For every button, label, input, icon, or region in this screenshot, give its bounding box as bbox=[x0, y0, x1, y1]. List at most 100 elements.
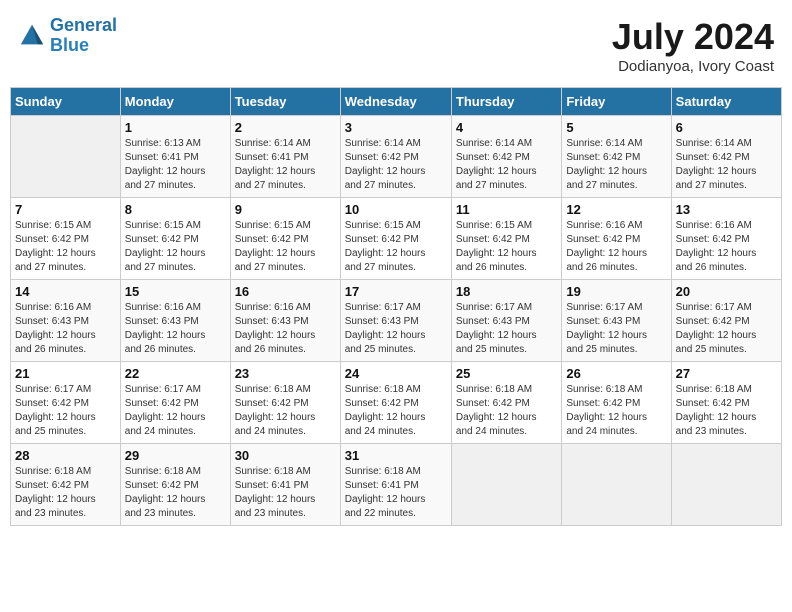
day-info: Sunrise: 6:14 AM Sunset: 6:42 PM Dayligh… bbox=[345, 137, 447, 193]
calendar-cell: 19 Sunrise: 6:17 AM Sunset: 6:43 PM Dayli… bbox=[562, 280, 671, 362]
day-number: 19 bbox=[566, 284, 666, 299]
day-info: Sunrise: 6:15 AM Sunset: 6:42 PM Dayligh… bbox=[125, 219, 226, 275]
calendar-cell: 27Sunrise: 6:18 AM Sunset: 6:42 PM Dayli… bbox=[671, 362, 781, 444]
day-number: 16 bbox=[235, 284, 336, 299]
title-block: July 2024 Dodianyoa, Ivory Coast bbox=[612, 16, 774, 75]
day-info: Sunrise: 6:15 AM Sunset: 6:42 PM Dayligh… bbox=[345, 219, 447, 275]
day-info: Sunrise: 6:16 AM Sunset: 6:42 PM Dayligh… bbox=[566, 219, 666, 275]
calendar-cell: 22 Sunrise: 6:17 AM Sunset: 6:42 PM Dayli… bbox=[120, 362, 230, 444]
day-info: Sunrise: 6:13 AM Sunset: 6:41 PM Dayligh… bbox=[125, 137, 226, 193]
calendar-week-1: 1Sunrise: 6:13 AM Sunset: 6:41 PM Daylig… bbox=[11, 116, 782, 198]
calendar-cell: 11 Sunrise: 6:15 AM Sunset: 6:42 PM Dayli… bbox=[451, 198, 561, 280]
day-info: Sunrise: 6:18 AM Sunset: 6:42 PM Dayligh… bbox=[125, 465, 226, 521]
day-number: 25 bbox=[456, 366, 557, 381]
day-info: Sunrise: 6:18 AM Sunset: 6:42 PM Dayligh… bbox=[456, 383, 557, 439]
day-number: 3 bbox=[345, 120, 447, 135]
calendar-cell: 8 Sunrise: 6:15 AM Sunset: 6:42 PM Daylig… bbox=[120, 198, 230, 280]
day-info: Sunrise: 6:14 AM Sunset: 6:41 PM Dayligh… bbox=[235, 137, 336, 193]
calendar-cell: 6 Sunrise: 6:14 AM Sunset: 6:42 PM Daylig… bbox=[671, 116, 781, 198]
calendar-cell bbox=[671, 444, 781, 526]
calendar-cell: 31 Sunrise: 6:18 AM Sunset: 6:41 PM Dayli… bbox=[340, 444, 451, 526]
calendar-cell: 30 Sunrise: 6:18 AM Sunset: 6:41 PM Dayli… bbox=[230, 444, 340, 526]
calendar-cell bbox=[562, 444, 671, 526]
col-header-friday: Friday bbox=[562, 88, 671, 116]
day-number: 23 bbox=[235, 366, 336, 381]
day-info: Sunrise: 6:16 AM Sunset: 6:43 PM Dayligh… bbox=[15, 301, 116, 357]
calendar-cell: 20 Sunrise: 6:17 AM Sunset: 6:42 PM Dayli… bbox=[671, 280, 781, 362]
calendar-cell: 21 Sunrise: 6:17 AM Sunset: 6:42 PM Dayli… bbox=[11, 362, 121, 444]
day-number: 11 bbox=[456, 202, 557, 217]
day-number: 6 bbox=[676, 120, 777, 135]
day-number: 10 bbox=[345, 202, 447, 217]
day-info: Sunrise: 6:17 AM Sunset: 6:42 PM Dayligh… bbox=[15, 383, 116, 439]
day-info: Sunrise: 6:17 AM Sunset: 6:43 PM Dayligh… bbox=[456, 301, 557, 357]
day-info: Sunrise: 6:17 AM Sunset: 6:43 PM Dayligh… bbox=[345, 301, 447, 357]
day-info: Sunrise: 6:16 AM Sunset: 6:42 PM Dayligh… bbox=[676, 219, 777, 275]
calendar-cell: 17Sunrise: 6:17 AM Sunset: 6:43 PM Dayli… bbox=[340, 280, 451, 362]
day-info: Sunrise: 6:18 AM Sunset: 6:41 PM Dayligh… bbox=[235, 465, 336, 521]
col-header-wednesday: Wednesday bbox=[340, 88, 451, 116]
day-number: 30 bbox=[235, 448, 336, 463]
day-number: 20 bbox=[676, 284, 777, 299]
day-info: Sunrise: 6:18 AM Sunset: 6:42 PM Dayligh… bbox=[566, 383, 666, 439]
day-info: Sunrise: 6:18 AM Sunset: 6:41 PM Dayligh… bbox=[345, 465, 447, 521]
day-number: 13 bbox=[676, 202, 777, 217]
day-number: 27 bbox=[676, 366, 777, 381]
calendar-cell: 16 Sunrise: 6:16 AM Sunset: 6:43 PM Dayli… bbox=[230, 280, 340, 362]
calendar-cell: 18Sunrise: 6:17 AM Sunset: 6:43 PM Dayli… bbox=[451, 280, 561, 362]
calendar-week-3: 14 Sunrise: 6:16 AM Sunset: 6:43 PM Dayli… bbox=[11, 280, 782, 362]
day-number: 22 bbox=[125, 366, 226, 381]
day-info: Sunrise: 6:16 AM Sunset: 6:43 PM Dayligh… bbox=[235, 301, 336, 357]
day-info: Sunrise: 6:17 AM Sunset: 6:42 PM Dayligh… bbox=[125, 383, 226, 439]
day-number: 14 bbox=[15, 284, 116, 299]
subtitle: Dodianyoa, Ivory Coast bbox=[612, 58, 774, 75]
day-number: 28 bbox=[15, 448, 116, 463]
col-header-saturday: Saturday bbox=[671, 88, 781, 116]
col-header-monday: Monday bbox=[120, 88, 230, 116]
day-info: Sunrise: 6:14 AM Sunset: 6:42 PM Dayligh… bbox=[676, 137, 777, 193]
day-number: 4 bbox=[456, 120, 557, 135]
day-number: 2 bbox=[235, 120, 336, 135]
day-number: 26 bbox=[566, 366, 666, 381]
day-number: 9 bbox=[235, 202, 336, 217]
day-number: 7 bbox=[15, 202, 116, 217]
col-header-thursday: Thursday bbox=[451, 88, 561, 116]
day-info: Sunrise: 6:15 AM Sunset: 6:42 PM Dayligh… bbox=[456, 219, 557, 275]
day-info: Sunrise: 6:18 AM Sunset: 6:42 PM Dayligh… bbox=[235, 383, 336, 439]
day-number: 24 bbox=[345, 366, 447, 381]
col-header-sunday: Sunday bbox=[11, 88, 121, 116]
day-info: Sunrise: 6:15 AM Sunset: 6:42 PM Dayligh… bbox=[235, 219, 336, 275]
calendar-week-4: 21 Sunrise: 6:17 AM Sunset: 6:42 PM Dayli… bbox=[11, 362, 782, 444]
calendar-cell: 4 Sunrise: 6:14 AM Sunset: 6:42 PM Daylig… bbox=[451, 116, 561, 198]
main-title: July 2024 bbox=[612, 16, 774, 58]
day-info: Sunrise: 6:17 AM Sunset: 6:42 PM Dayligh… bbox=[676, 301, 777, 357]
day-number: 31 bbox=[345, 448, 447, 463]
day-info: Sunrise: 6:14 AM Sunset: 6:42 PM Dayligh… bbox=[456, 137, 557, 193]
calendar-cell: 28Sunrise: 6:18 AM Sunset: 6:42 PM Dayli… bbox=[11, 444, 121, 526]
calendar-cell: 1Sunrise: 6:13 AM Sunset: 6:41 PM Daylig… bbox=[120, 116, 230, 198]
calendar-cell: 14 Sunrise: 6:16 AM Sunset: 6:43 PM Dayli… bbox=[11, 280, 121, 362]
day-info: Sunrise: 6:16 AM Sunset: 6:43 PM Dayligh… bbox=[125, 301, 226, 357]
calendar-cell bbox=[451, 444, 561, 526]
col-header-tuesday: Tuesday bbox=[230, 88, 340, 116]
calendar-cell: 26 Sunrise: 6:18 AM Sunset: 6:42 PM Dayli… bbox=[562, 362, 671, 444]
calendar-cell: 9 Sunrise: 6:15 AM Sunset: 6:42 PM Daylig… bbox=[230, 198, 340, 280]
calendar-week-2: 7 Sunrise: 6:15 AM Sunset: 6:42 PM Daylig… bbox=[11, 198, 782, 280]
day-number: 12 bbox=[566, 202, 666, 217]
calendar-cell: 24 Sunrise: 6:18 AM Sunset: 6:42 PM Dayli… bbox=[340, 362, 451, 444]
day-info: Sunrise: 6:17 AM Sunset: 6:43 PM Dayligh… bbox=[566, 301, 666, 357]
day-info: Sunrise: 6:14 AM Sunset: 6:42 PM Dayligh… bbox=[566, 137, 666, 193]
calendar-header-row: SundayMondayTuesdayWednesdayThursdayFrid… bbox=[11, 88, 782, 116]
logo-icon bbox=[18, 22, 46, 50]
day-number: 15 bbox=[125, 284, 226, 299]
calendar-cell: 7Sunrise: 6:15 AM Sunset: 6:42 PM Daylig… bbox=[11, 198, 121, 280]
calendar-table: SundayMondayTuesdayWednesdayThursdayFrid… bbox=[10, 87, 782, 526]
calendar-cell: 15 Sunrise: 6:16 AM Sunset: 6:43 PM Dayli… bbox=[120, 280, 230, 362]
day-number: 21 bbox=[15, 366, 116, 381]
day-number: 29 bbox=[125, 448, 226, 463]
calendar-cell bbox=[11, 116, 121, 198]
day-info: Sunrise: 6:18 AM Sunset: 6:42 PM Dayligh… bbox=[345, 383, 447, 439]
calendar-cell: 25 Sunrise: 6:18 AM Sunset: 6:42 PM Dayli… bbox=[451, 362, 561, 444]
logo-text: General Blue bbox=[50, 16, 117, 56]
day-number: 8 bbox=[125, 202, 226, 217]
